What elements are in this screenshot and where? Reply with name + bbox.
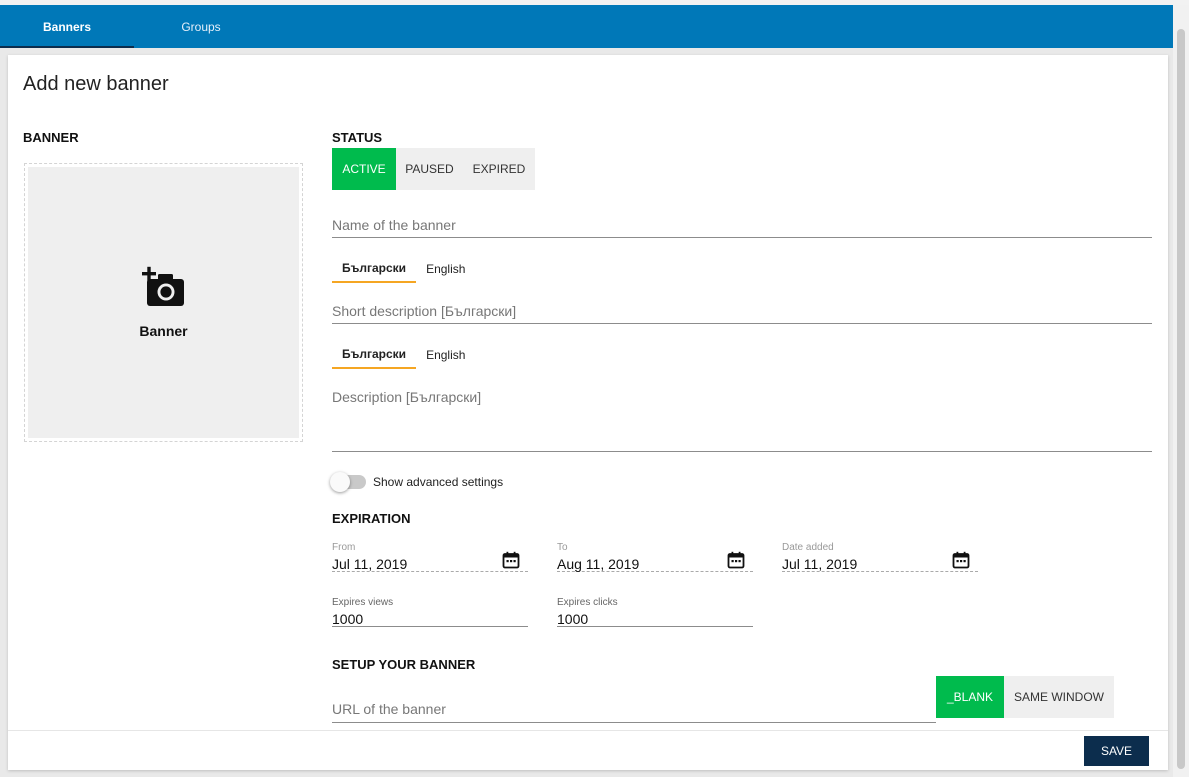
- banner-section-heading: BANNER: [23, 130, 79, 145]
- short-desc-language-tabs: Български English: [332, 255, 475, 283]
- to-date-label: To: [557, 542, 568, 553]
- status-active-button[interactable]: ACTIVE: [332, 148, 396, 190]
- description-placeholder: Description [Български]: [332, 389, 482, 405]
- expiration-section-heading: EXPIRATION: [332, 511, 411, 526]
- tab-groups-label: Groups: [181, 19, 221, 34]
- tab-banners-label: Banners: [42, 19, 92, 34]
- expires-views-label: Expires views: [332, 597, 394, 608]
- expires-clicks-input[interactable]: Expires clicks 1000: [557, 597, 753, 627]
- upload-dropzone[interactable]: Banner: [28, 167, 299, 438]
- date-added-value: Jul 11, 2019: [782, 556, 858, 572]
- calendar-icon[interactable]: [727, 551, 745, 574]
- date-added-label: Date added: [782, 542, 834, 553]
- status-selector: ACTIVE PAUSED EXPIRED: [332, 148, 535, 190]
- short-desc-lang-bg-tab[interactable]: Български: [332, 255, 417, 283]
- calendar-icon[interactable]: [952, 551, 970, 574]
- desc-lang-bg-tab[interactable]: Български: [332, 341, 417, 369]
- link-target-selector: _BLANK SAME WINDOW: [936, 676, 1114, 718]
- banner-name-placeholder: Name of the banner: [332, 217, 456, 233]
- status-paused-button[interactable]: PAUSED: [396, 148, 463, 190]
- add-banner-card: Add new banner BANNER Banner STATUS ACTI…: [8, 55, 1168, 770]
- toggle-track[interactable]: [330, 472, 366, 492]
- save-button[interactable]: SAVE: [1084, 736, 1149, 766]
- advanced-settings-toggle[interactable]: Show advanced settings: [330, 472, 504, 492]
- form-footer: SAVE: [8, 730, 1168, 770]
- description-language-tabs: Български English: [332, 341, 475, 369]
- toggle-knob[interactable]: [330, 472, 350, 492]
- tab-groups[interactable]: Groups: [134, 5, 268, 48]
- from-date-label: From: [332, 542, 356, 553]
- status-expired-button[interactable]: EXPIRED: [463, 148, 535, 190]
- banner-name-input[interactable]: Name of the banner: [332, 217, 1152, 238]
- status-section-heading: STATUS: [332, 130, 383, 145]
- to-date-field[interactable]: To Aug 11, 2019: [557, 542, 753, 572]
- expires-clicks-label: Expires clicks: [557, 597, 618, 608]
- banner-url-placeholder: URL of the banner: [332, 701, 446, 717]
- upload-label: Banner: [139, 323, 188, 339]
- short-description-placeholder: Short description [Български]: [332, 303, 517, 319]
- tab-banners[interactable]: Banners: [0, 5, 134, 48]
- short-desc-lang-en-tab[interactable]: English: [416, 255, 475, 283]
- expires-clicks-value: 1000: [557, 611, 589, 627]
- setup-section-heading: SETUP YOUR BANNER: [332, 657, 476, 672]
- advanced-settings-label: Show advanced settings: [373, 475, 504, 489]
- expires-views-input[interactable]: Expires views 1000: [332, 597, 528, 627]
- target-blank-button[interactable]: _BLANK: [936, 676, 1004, 718]
- short-description-input[interactable]: Short description [Български]: [332, 303, 1152, 324]
- calendar-icon[interactable]: [502, 551, 520, 574]
- page-scrollbar[interactable]: [1173, 5, 1189, 777]
- page-title: Add new banner: [23, 73, 169, 95]
- to-date-value: Aug 11, 2019: [557, 556, 640, 572]
- add-a-photo-icon: [140, 266, 187, 313]
- from-date-field[interactable]: From Jul 11, 2019: [332, 542, 528, 572]
- desc-lang-en-tab[interactable]: English: [416, 341, 475, 369]
- description-textarea[interactable]: Description [Български]: [332, 389, 1152, 452]
- top-nav-bar: Banners Groups: [0, 5, 1173, 48]
- scrollbar-thumb[interactable]: [1177, 29, 1185, 769]
- banner-url-input[interactable]: URL of the banner: [332, 701, 936, 723]
- expires-views-value: 1000: [332, 611, 364, 627]
- target-same-window-button[interactable]: SAME WINDOW: [1004, 676, 1114, 718]
- from-date-value: Jul 11, 2019: [332, 556, 408, 572]
- banner-image-upload[interactable]: Banner: [24, 163, 303, 442]
- date-added-field[interactable]: Date added Jul 11, 2019: [782, 542, 978, 572]
